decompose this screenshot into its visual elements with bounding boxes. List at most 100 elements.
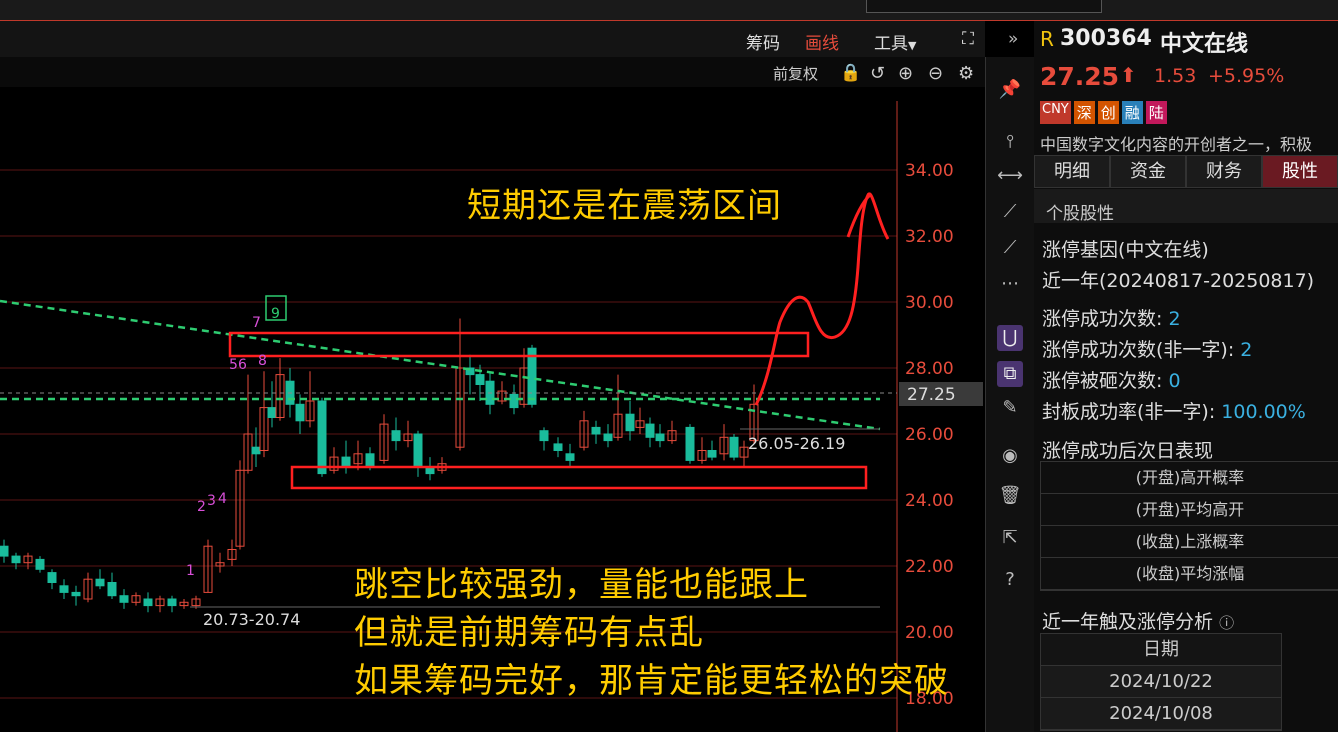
huaxian-button[interactable]: 画线 — [805, 29, 839, 54]
gear-icon[interactable]: ⚙ — [958, 63, 974, 84]
stat-value-2: 2 — [1240, 339, 1253, 361]
stat-row-1: 涨停成功次数: 2 — [1042, 304, 1181, 331]
stat-label-2: 涨停成功次数(非一字): — [1042, 339, 1235, 361]
annotation-line3: 如果筹码完好，那肯定能更轻松的突破 — [354, 661, 949, 701]
next-day-row: (开盘)高开概率 — [1041, 462, 1338, 494]
stat-row-3: 涨停被砸次数: 0 — [1042, 366, 1181, 393]
badge-cny[interactable]: CNY — [1040, 101, 1071, 124]
candle-body — [267, 407, 277, 419]
sequence-label: 5 — [229, 357, 238, 373]
stat-value-4: 100.00% — [1221, 401, 1306, 423]
analysis-title: 近一年触及涨停分析 ⓘ — [1042, 607, 1234, 634]
stat-row-2: 涨停成功次数(非一字): 2 — [1042, 335, 1252, 362]
current-price-label: 27.25 — [907, 385, 956, 405]
next-day-row: (开盘)平均高开 — [1041, 494, 1338, 526]
tab-guxing[interactable]: 股性 — [1262, 155, 1338, 188]
tab-zijin[interactable]: 资金 — [1110, 155, 1186, 188]
badge-row: CNY 深 创 融 陆 — [1040, 101, 1167, 124]
pin-icon[interactable]: 📌 — [997, 77, 1023, 103]
gongju-label: 工具 — [874, 34, 908, 54]
magnet-icon[interactable]: ⋃ — [997, 325, 1023, 351]
zoom-in-icon[interactable]: ⊕ — [898, 63, 913, 84]
axis-tick-label: 22.00 — [905, 557, 954, 577]
badge-rong[interactable]: 融 — [1121, 101, 1143, 124]
stock-change: 1.53 — [1154, 65, 1197, 87]
badge-chuang[interactable]: 创 — [1097, 101, 1119, 124]
candle-body — [365, 453, 375, 468]
sequence-label: 2 — [197, 499, 206, 515]
candle-body — [707, 450, 717, 458]
date-header: 日期 — [1041, 634, 1281, 666]
candle-body — [251, 446, 261, 455]
panel-tabs: 明细 资金 财务 股性 — [1034, 155, 1338, 188]
annotation-top: 短期还是在震荡区间 — [467, 186, 782, 226]
candle-body — [143, 598, 153, 607]
candle-body — [107, 582, 117, 597]
candle-body — [565, 453, 575, 461]
sequence-label: 7 — [252, 315, 261, 331]
info-icon[interactable]: ⓘ — [1219, 614, 1234, 632]
analysis-title-text: 近一年触及涨停分析 — [1042, 611, 1214, 633]
tab-caiwu[interactable]: 财务 — [1186, 155, 1262, 188]
date-row[interactable]: 2024/10/22 — [1041, 666, 1281, 698]
annotation-line1: 跳空比较强劲，量能也能跟上 — [354, 565, 809, 605]
horizontal-line-icon[interactable]: ⟷ — [997, 163, 1023, 189]
stat-label-1: 涨停成功次数: — [1042, 308, 1163, 330]
stock-prefix: R — [1040, 27, 1054, 51]
lock-icon[interactable]: 🔒 — [840, 63, 861, 83]
stock-price: 27.25 — [1040, 62, 1120, 91]
undo-icon[interactable]: ↺ — [870, 63, 885, 84]
stock-desc: 中国数字文化内容的开创者之一，积极 — [1040, 135, 1313, 154]
fuquan-button[interactable]: 前复权 — [773, 63, 818, 84]
stat-label-4: 封板成功率(非一字): — [1042, 401, 1216, 423]
candle-body — [317, 400, 327, 475]
axis-tick-label: 34.00 — [905, 161, 954, 181]
more-icon[interactable]: ⋯ — [997, 271, 1023, 297]
candle-body — [729, 436, 739, 458]
sequence-label: 1 — [186, 563, 195, 579]
axis-tick-label: 24.00 — [905, 491, 954, 511]
vertical-line-icon[interactable]: ⫯ — [997, 129, 1023, 155]
candle-body — [645, 423, 655, 438]
trash-icon[interactable]: 🗑 — [997, 483, 1023, 509]
candle-body — [539, 430, 549, 442]
candle-body — [11, 555, 21, 564]
next-day-row: (收盘)上涨概率 — [1041, 526, 1338, 558]
right-panel: R 300364 中文在线 27.25 ⬆ 1.53 +5.95% CNY 深 … — [1034, 21, 1338, 732]
ray-icon[interactable]: ⟋ — [997, 235, 1023, 261]
eye-icon[interactable]: ◉ — [997, 443, 1023, 469]
gongju-button[interactable]: 工具▼ — [874, 29, 916, 54]
candle-body — [119, 595, 129, 603]
tab-mingxi[interactable]: 明细 — [1034, 155, 1110, 188]
badge-shen[interactable]: 深 — [1073, 101, 1095, 124]
stat-value-3: 0 — [1168, 370, 1181, 392]
candle-body — [47, 572, 57, 584]
copy-icon[interactable]: ⧉ — [997, 361, 1023, 387]
channel-icon[interactable]: ⟋ — [997, 199, 1023, 225]
help-icon[interactable]: ? — [997, 567, 1023, 593]
candle-body — [95, 578, 105, 587]
candle-body — [59, 585, 69, 593]
axis-tick-label: 26.00 — [905, 425, 954, 445]
candle-body — [341, 456, 351, 468]
stock-change-pct: +5.95% — [1208, 65, 1285, 87]
candle-body — [655, 433, 665, 442]
account-area[interactable] — [1132, 0, 1332, 12]
sequence-label: 3 — [207, 493, 216, 509]
candle-body — [509, 393, 519, 409]
stock-name: 中文在线 — [1160, 32, 1249, 57]
date-row[interactable]: 2024/10/08 — [1041, 698, 1281, 730]
collapse-icon[interactable]: » — [1008, 29, 1018, 49]
range-high-label: 26.05-26.19 — [748, 434, 845, 453]
zoom-out-icon[interactable]: ⊖ — [928, 63, 943, 84]
pencil-icon[interactable]: ✎ — [997, 395, 1023, 421]
candle-body — [167, 598, 177, 607]
next-day-table: (开盘)高开概率 (开盘)平均高开 (收盘)上涨概率 (收盘)平均涨幅 — [1040, 461, 1338, 591]
search-box[interactable] — [866, 0, 1102, 13]
export-icon[interactable]: ⇱ — [997, 525, 1023, 551]
badge-lu[interactable]: 陆 — [1145, 101, 1167, 124]
chart-subbar: 前复权 🔒 ↺ ⊕ ⊖ ⚙ — [0, 57, 985, 87]
chouma-button[interactable]: 筹码 — [746, 29, 780, 54]
fullscreen-icon[interactable]: ⛶ — [962, 29, 974, 49]
section-title: 个股股性 — [1046, 204, 1114, 224]
